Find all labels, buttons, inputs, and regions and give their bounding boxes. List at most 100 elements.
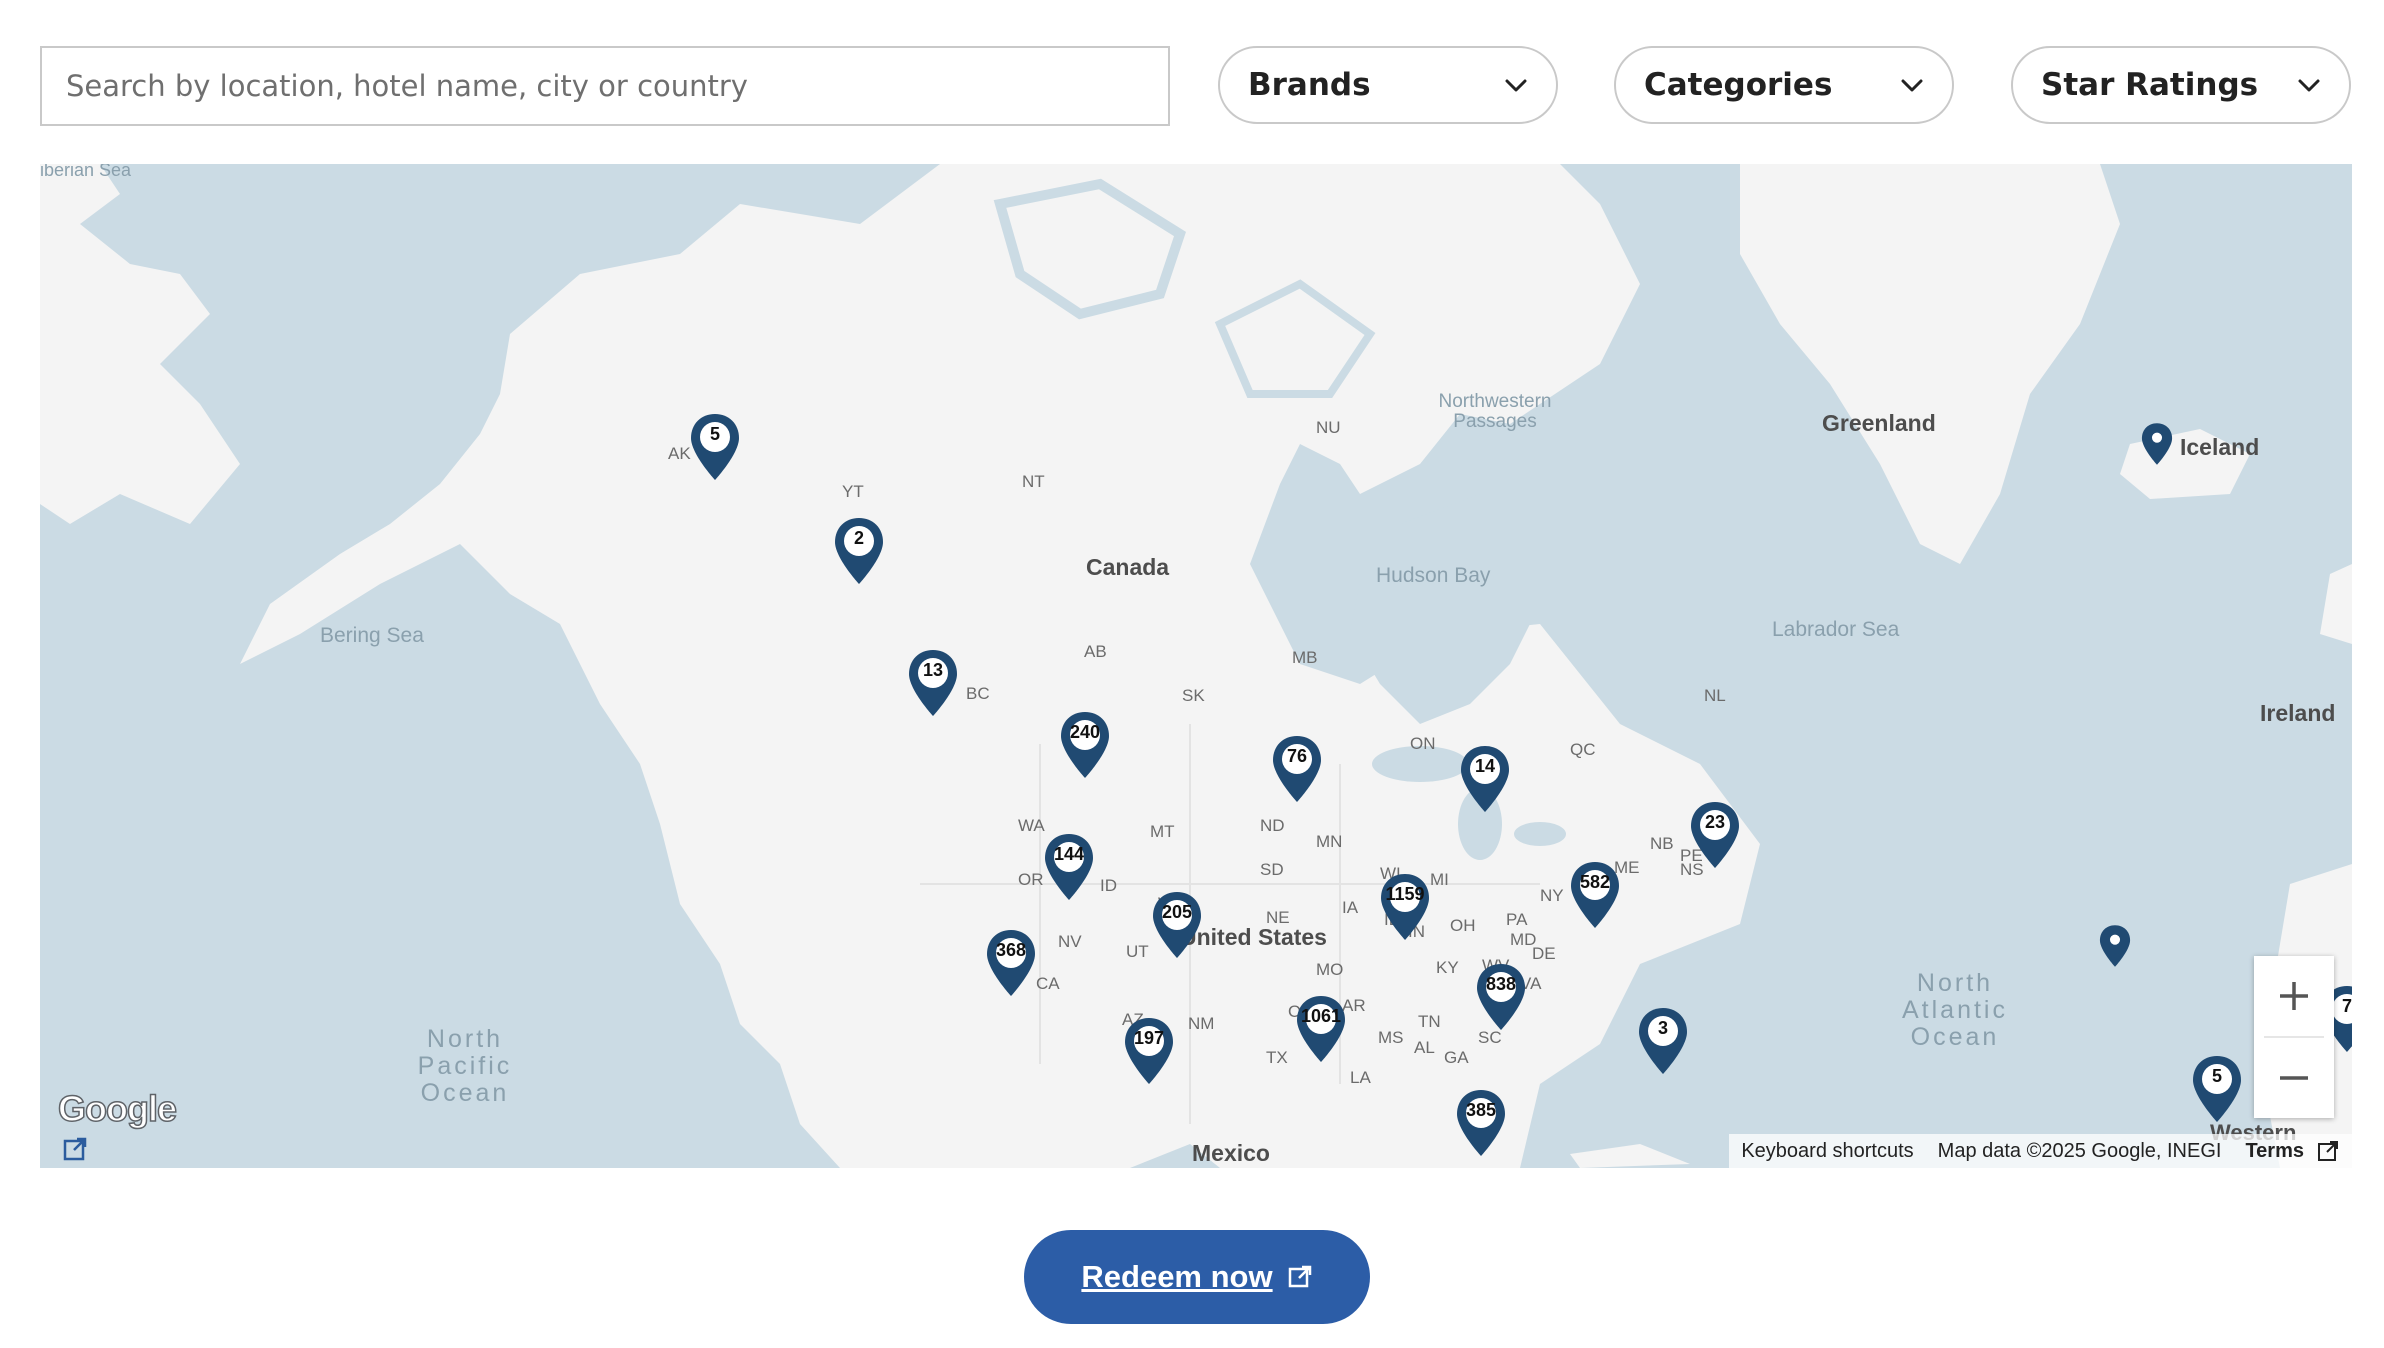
label-state-mi: MI	[1430, 870, 1449, 889]
map-pin-icon	[1061, 712, 1109, 778]
zoom-controls	[2254, 956, 2334, 1118]
label-state-yt: YT	[842, 482, 864, 501]
marker-count: 14	[1474, 756, 1496, 776]
zoom-in-button[interactable]	[2254, 956, 2334, 1036]
zoom-out-button[interactable]	[2254, 1038, 2334, 1118]
hotel-marker[interactable]: 582	[1568, 860, 1622, 930]
marker-count: 23	[1704, 812, 1726, 832]
label-siberian-sea: iberian Sea	[40, 164, 132, 180]
label-state-nu: NU	[1316, 418, 1341, 437]
hotel-marker[interactable]: 3	[1636, 1006, 1690, 1076]
redeem-now-button[interactable]: Redeem now	[1024, 1230, 1370, 1324]
open-external-icon[interactable]	[2316, 1139, 2340, 1163]
star-ratings-dropdown[interactable]: Star Ratings	[2011, 46, 2351, 124]
hotel-marker[interactable]: 13	[906, 648, 960, 718]
hotel-marker[interactable]: 205	[1150, 890, 1204, 960]
minus-icon	[2280, 1076, 2308, 1080]
label-state-de: DE	[1532, 944, 1556, 963]
hotel-marker[interactable]: 838	[1474, 962, 1528, 1032]
marker-count: 5	[709, 424, 720, 444]
hotel-marker[interactable]: 368	[984, 928, 1038, 998]
label-state-nd: ND	[1260, 816, 1285, 835]
label-state-pa: PA	[1506, 910, 1528, 929]
plus-icon	[2280, 982, 2308, 1010]
map-pin-icon	[987, 930, 1035, 996]
label-labrador-sea: Labrador Sea	[1772, 618, 1900, 641]
label-state-ne: NE	[1266, 908, 1290, 927]
label-ireland: Ireland	[2260, 700, 2336, 726]
hotel-marker[interactable]: 2	[832, 516, 886, 586]
marker-count: 838	[1485, 974, 1517, 994]
map-pin-icon	[1691, 802, 1739, 868]
map-pin-icon	[1045, 834, 1093, 900]
hotel-marker[interactable]	[2098, 924, 2132, 968]
terms-link[interactable]: Terms	[2233, 1140, 2316, 1163]
label-state-nl: NL	[1704, 686, 1726, 705]
hotel-map[interactable]: Canada Greenland Iceland Ireland United …	[40, 164, 2352, 1168]
marker-count: 240	[1069, 722, 1101, 742]
map-pin-icon	[1461, 746, 1509, 812]
label-state-qc: QC	[1570, 740, 1596, 759]
label-state-wa: WA	[1018, 816, 1045, 835]
map-pin-icon	[691, 414, 739, 480]
label-state-bc: BC	[966, 684, 990, 703]
map-pin-icon	[2193, 1056, 2241, 1122]
label-hudson-bay: Hudson Bay	[1376, 564, 1491, 587]
label-state-nt: NT	[1022, 472, 1045, 491]
label-north-pacific-ocean: North Pacific Ocean	[417, 1025, 513, 1107]
google-logo: Google	[57, 1087, 178, 1130]
marker-count: 582	[1579, 872, 1611, 892]
label-mexico: Mexico	[1192, 1140, 1270, 1166]
hotel-marker[interactable]: 5	[688, 412, 742, 482]
hotel-marker[interactable]: 1061	[1294, 994, 1348, 1064]
hotel-marker[interactable]: 5	[2190, 1054, 2244, 1124]
hotel-marker[interactable]: 385	[1454, 1088, 1508, 1158]
map-pin-icon	[909, 650, 957, 716]
chevron-down-icon	[1901, 79, 1923, 92]
marker-count: 3	[1657, 1018, 1668, 1038]
hotel-marker[interactable]: 76	[1270, 734, 1324, 804]
map-pin-icon	[1477, 964, 1525, 1030]
hotel-marker[interactable]: 14	[1458, 744, 1512, 814]
label-north-atlantic-ocean: North Atlantic Ocean	[1902, 969, 2008, 1051]
label-bering-sea: Bering Sea	[320, 624, 424, 647]
hotel-marker[interactable]: 23	[1688, 800, 1742, 870]
marker-count: 1159	[1385, 884, 1425, 904]
marker-count: 13	[922, 660, 944, 680]
map-pin-icon	[1125, 1018, 1173, 1084]
label-state-sd: SD	[1260, 860, 1284, 879]
label-state-id: ID	[1100, 876, 1117, 895]
map-data-text: Map data ©2025 Google, INEGI	[1937, 1139, 2222, 1162]
label-iceland: Iceland	[2180, 434, 2260, 460]
label-state-ab: AB	[1084, 642, 1107, 661]
categories-dropdown[interactable]: Categories	[1614, 46, 1954, 124]
keyboard-shortcuts-link[interactable]: Keyboard shortcuts	[1729, 1140, 1925, 1163]
hotel-marker[interactable]: 1159	[1378, 872, 1432, 942]
redeem-now-label: Redeem now	[1081, 1259, 1273, 1294]
label-state-oh: OH	[1450, 916, 1476, 935]
hotel-marker[interactable]: 197	[1122, 1016, 1176, 1086]
marker-count: 144	[1053, 844, 1085, 864]
open-external-icon[interactable]	[62, 1136, 88, 1162]
label-state-ut: UT	[1126, 942, 1149, 961]
map-pin-icon	[1639, 1008, 1687, 1074]
chevron-down-icon	[1505, 79, 1527, 92]
map-pin-icon	[835, 518, 883, 584]
map-attribution: Keyboard shortcuts Map data ©2025 Google…	[1729, 1134, 2352, 1168]
brands-dropdown[interactable]: Brands	[1218, 46, 1558, 124]
hotel-marker[interactable]: 240	[1058, 710, 1112, 780]
map-pin-icon	[2141, 423, 2173, 465]
hotel-marker[interactable]	[2140, 422, 2174, 466]
search-field[interactable]	[40, 46, 1170, 126]
label-state-ny: NY	[1540, 886, 1564, 905]
label-state-mb: MB	[1292, 648, 1318, 667]
label-state-mo: MO	[1316, 960, 1344, 979]
map-pin-icon	[1571, 862, 1619, 928]
map-pin-icon	[1153, 892, 1201, 958]
hotel-marker[interactable]: 144	[1042, 832, 1096, 902]
marker-count: 5	[2211, 1066, 2222, 1086]
search-input[interactable]	[64, 47, 1168, 125]
label-state-nv: NV	[1058, 932, 1082, 951]
brands-dropdown-label: Brands	[1248, 67, 1371, 103]
map-pin-icon	[2099, 925, 2131, 967]
